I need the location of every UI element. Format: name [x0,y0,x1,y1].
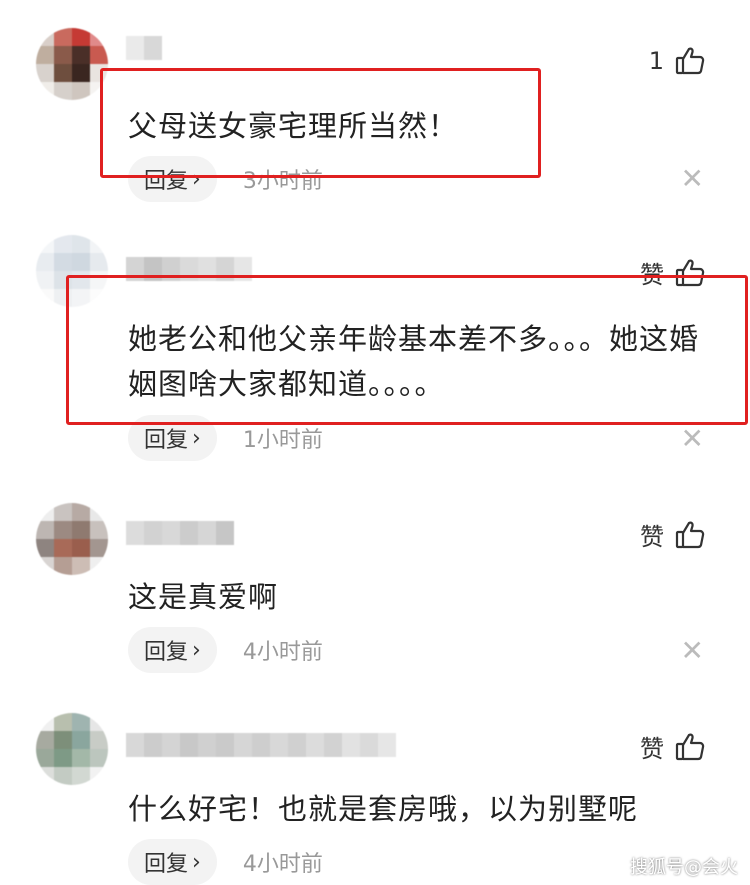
comment-actions: 回复 › 4小时前 [128,627,323,673]
chevron-right-icon: › [192,637,201,663]
reply-label: 回复 [144,852,189,877]
like-button[interactable]: 1 [649,45,706,77]
reply-button[interactable]: 回复 › [128,839,217,885]
thumbs-up-icon [675,521,705,548]
watermark: 搜狐号@会火 [630,857,738,878]
reply-label: 回复 [144,640,189,665]
close-icon[interactable]: ✕ [681,637,704,665]
reply-button[interactable]: 回复 › [128,627,217,673]
thumbs-up-icon [675,733,705,760]
highlight-box-comment-2 [66,275,748,425]
chevron-right-icon: › [192,425,201,451]
highlight-box-comment-1 [100,68,541,178]
username-blurred[interactable] [126,521,234,545]
username-blurred[interactable] [126,36,162,60]
like-label: 赞 [640,735,664,763]
timestamp: 4小时前 [242,852,323,877]
reply-label: 回复 [144,428,189,453]
comment-text: 这是真爱啊 [128,580,279,614]
close-icon[interactable]: ✕ [681,165,704,193]
close-icon[interactable]: ✕ [681,425,704,453]
like-button[interactable]: 赞 [640,729,706,764]
avatar[interactable] [36,503,108,575]
chevron-right-icon: › [192,849,201,875]
timestamp: 4小时前 [242,640,323,665]
avatar[interactable] [36,28,108,100]
like-count: 1 [648,47,664,75]
like-label: 赞 [640,523,664,551]
comment-text: 什么好宅！也就是套房哦，以为别墅呢 [128,792,639,826]
like-button[interactable]: 赞 [640,517,706,552]
avatar[interactable] [36,713,108,785]
comment-item: 赞 这是真爱啊 回复 › 4小时前 ✕ [0,485,750,695]
username-blurred[interactable] [126,733,396,757]
comment-actions: 回复 › 4小时前 [128,839,323,885]
thumbs-up-icon [675,47,705,75]
timestamp: 1小时前 [242,428,323,453]
